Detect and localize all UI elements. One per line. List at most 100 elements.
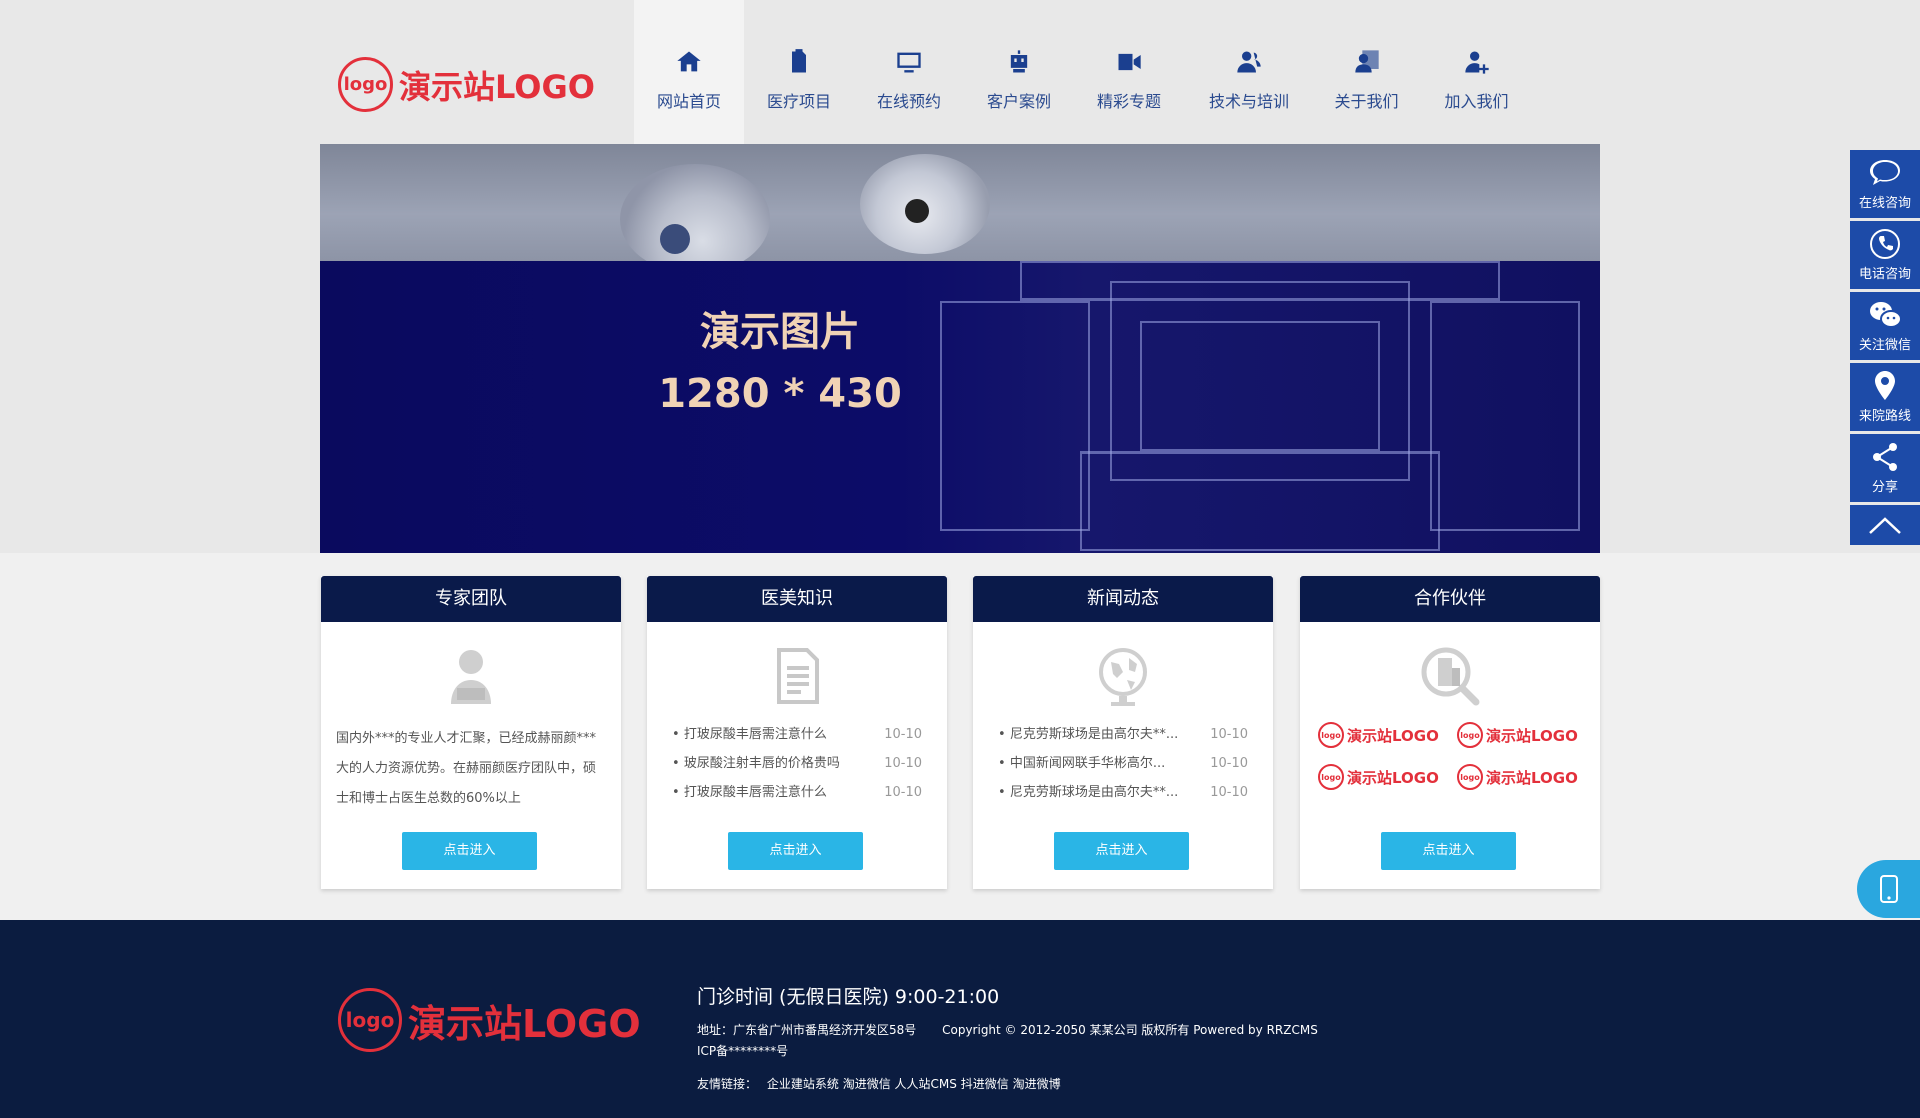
card-knowledge: 医美知识 • 打玻尿酸丰唇需注意什么 10-10 • 玻尿酸注射丰唇的价格贵吗 10… [647, 576, 947, 889]
partner-logo-mark: logo [1318, 764, 1344, 790]
friend-link[interactable]: 淘进微信 [843, 1077, 891, 1091]
mobile-site-button[interactable] [1857, 860, 1920, 918]
banner-photo-strip [320, 144, 1600, 274]
list-item[interactable]: • 尼克劳斯球场是由高尔夫**... 10-10 [998, 720, 1248, 749]
partner-logo-text: 演示站LOGO [1486, 726, 1578, 745]
enter-button[interactable]: 点击进入 [1381, 832, 1516, 870]
nav-label: 在线预约 [876, 92, 941, 111]
nav-label: 技术与培训 [1208, 92, 1289, 111]
sidebar-label: 关注微信 [1858, 338, 1911, 353]
partner-logo-mark: logo [1457, 764, 1483, 790]
user-add-icon [1464, 51, 1489, 74]
list-item[interactable]: • 打玻尿酸丰唇需注意什么 10-10 [672, 720, 922, 749]
list-item-title: • 打玻尿酸丰唇需注意什么 [672, 727, 827, 742]
building-wing [1430, 301, 1580, 531]
footer-address: 地址：广东省广州市番禺经济开发区58号 [697, 1023, 917, 1037]
nav-item-home[interactable]: 网站首页 [634, 0, 744, 144]
card-news: 新闻动态 • 尼克劳斯球场是由高尔夫**... 10-10 • 中国新闻网联手华彬… [973, 576, 1273, 889]
nav-label: 精彩专题 [1096, 92, 1161, 111]
list-item[interactable]: • 中国新闻网联手华彬高尔... 10-10 [998, 749, 1248, 778]
card-experts: 专家团队 国内外***的专业人才汇聚，已经成赫丽颜***大的人力资源优势。在赫丽… [321, 576, 621, 889]
nav-item-booking[interactable]: 在线预约 [854, 0, 964, 144]
friend-link[interactable]: 人人站CMS [895, 1077, 957, 1091]
partner-logo-mark: logo [1318, 722, 1344, 748]
card-title: 新闻动态 [973, 576, 1273, 622]
chevron-up-icon [1869, 517, 1901, 534]
document-icon [777, 648, 819, 704]
nav-label: 医疗项目 [766, 92, 831, 111]
monitor-icon [897, 52, 921, 73]
content-cards: 专家团队 国内外***的专业人才汇聚，已经成赫丽颜***大的人力资源优势。在赫丽… [321, 576, 1601, 890]
lamp-lens [660, 224, 690, 254]
partner-logo[interactable]: logo 演示站LOGO [1457, 722, 1588, 748]
card-description: 国内外***的专业人才汇聚，已经成赫丽颜***大的人力资源优势。在赫丽颜医疗团队… [336, 731, 597, 806]
friend-link[interactable]: 抖进微信 [961, 1077, 1009, 1091]
main-nav: 网站首页 医疗项目 在线预约 客户案例 精彩专题 技术与培训 关于我们 加入我们 [634, 0, 1534, 144]
list-item[interactable]: • 玻尿酸注射丰唇的价格贵吗 10-10 [672, 749, 922, 778]
nav-item-medical[interactable]: 医疗项目 [744, 0, 854, 144]
hero-banner: 演示图片 1280 * 430 [320, 144, 1600, 553]
nav-item-training[interactable]: 技术与培训 [1184, 0, 1314, 144]
list-item-date: 10-10 [1210, 785, 1248, 800]
news-list: • 尼克劳斯球场是由高尔夫**... 10-10 • 中国新闻网联手华彬高尔...… [998, 720, 1248, 807]
partner-logo[interactable]: logo 演示站LOGO [1318, 722, 1449, 748]
nav-item-join[interactable]: 加入我们 [1419, 0, 1534, 144]
partner-logo[interactable]: logo 演示站LOGO [1457, 764, 1588, 790]
nav-item-about[interactable]: 关于我们 [1314, 0, 1419, 144]
banner-title: 演示图片 [700, 309, 860, 355]
card-title: 医美知识 [647, 576, 947, 622]
partner-logo-text: 演示站LOGO [1347, 726, 1439, 745]
sidebar-wechat[interactable]: 关注微信 [1850, 292, 1920, 360]
sidebar-share[interactable]: 分享 [1850, 434, 1920, 502]
sidebar-label: 电话咨询 [1858, 267, 1911, 282]
friend-links-label: 友情链接： [697, 1077, 758, 1091]
sidebar-label: 来院路线 [1858, 409, 1911, 424]
list-item-title: • 尼克劳斯球场是由高尔夫**... [998, 727, 1179, 742]
globe-icon [1099, 648, 1147, 706]
video-icon [1118, 53, 1141, 71]
sidebar-route[interactable]: 来院路线 [1850, 363, 1920, 431]
sidebar-online-consult[interactable]: 在线咨询 [1850, 150, 1920, 218]
enter-button[interactable]: 点击进入 [402, 832, 537, 870]
enter-button[interactable]: 点击进入 [1054, 832, 1189, 870]
partner-logo[interactable]: logo 演示站LOGO [1318, 764, 1449, 790]
building-steps [1080, 451, 1440, 551]
partner-logo-mark: logo [1457, 722, 1483, 748]
enter-button[interactable]: 点击进入 [728, 832, 863, 870]
nav-item-cases[interactable]: 客户案例 [964, 0, 1074, 144]
card-title: 合作伙伴 [1300, 576, 1600, 622]
sidebar-label: 分享 [1871, 480, 1898, 495]
footer-icp: ICP备********号 [697, 1044, 789, 1058]
list-item[interactable]: • 尼克劳斯球场是由高尔夫**... 10-10 [998, 778, 1248, 807]
banner-image: 演示图片 1280 * 430 [320, 261, 1600, 553]
floating-sidebar: 在线咨询 电话咨询 关注微信 来院路线 分享 [1850, 150, 1920, 545]
site-logo[interactable]: logo 演示站LOGO [338, 57, 595, 112]
article-list: • 打玻尿酸丰唇需注意什么 10-10 • 玻尿酸注射丰唇的价格贵吗 10-10 •… [672, 720, 922, 807]
team-icon [1237, 51, 1261, 73]
search-building-icon [1421, 647, 1480, 706]
friend-link[interactable]: 企业建站系统 [767, 1077, 839, 1091]
chat-bubble-icon [1870, 160, 1900, 185]
list-item-date: 10-10 [884, 756, 922, 771]
list-item-date: 10-10 [1210, 756, 1248, 771]
building-roof [1020, 261, 1500, 301]
footer-address-line: 地址：广东省广州市番禺经济开发区58号 Copyright © 2012-205… [697, 1021, 1318, 1038]
nav-label: 加入我们 [1444, 92, 1509, 111]
footer-logo[interactable]: logo 演示站LOGO [338, 988, 641, 1052]
sidebar-label: 在线咨询 [1858, 196, 1911, 211]
footer-copyright: Copyright © 2012-2050 某某公司 版权所有 Powered … [942, 1023, 1318, 1037]
share-icon [1873, 443, 1897, 471]
nav-label: 关于我们 [1334, 92, 1399, 111]
clinic-hours: 门诊时间 (无假日医院) 9:00-21:00 [697, 986, 1000, 1008]
logo-mark: logo [338, 57, 393, 112]
friend-link[interactable]: 淘进微博 [1013, 1077, 1061, 1091]
card-partners: 合作伙伴 logo 演示站LOGO logo 演示站LOGO logo 演示站L… [1300, 576, 1600, 889]
sidebar-phone-consult[interactable]: 电话咨询 [1850, 221, 1920, 289]
phone-icon [1870, 229, 1900, 259]
list-item-date: 10-10 [884, 785, 922, 800]
logo-text: 演示站LOGO [399, 67, 595, 106]
back-to-top-button[interactable] [1850, 505, 1920, 545]
nav-item-topics[interactable]: 精彩专题 [1074, 0, 1184, 144]
logo-text: 演示站LOGO [408, 1001, 641, 1046]
list-item[interactable]: • 打玻尿酸丰唇需注意什么 10-10 [672, 778, 922, 807]
